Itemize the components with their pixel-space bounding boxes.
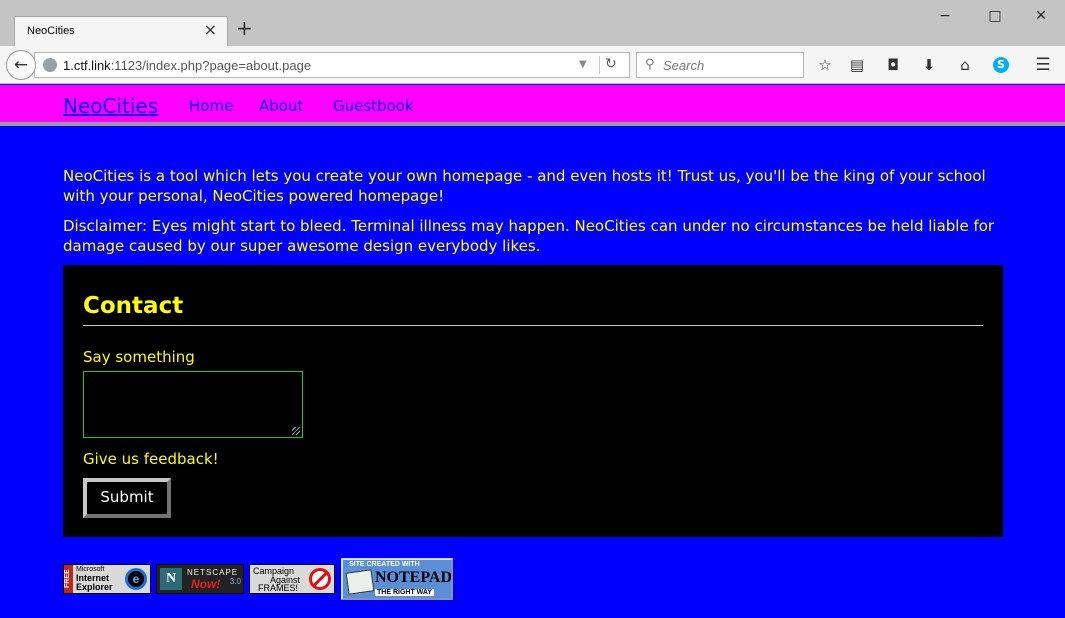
close-window-icon[interactable]: ✕ [1026,6,1056,26]
about-content: NeoCities is a tool which lets you creat… [63,166,1003,266]
url-text[interactable]: 1.ctf.link:1123/index.php?page=about.pag… [63,58,311,73]
browser-titlebar: NeoCities × + − □ ✕ [0,0,1065,46]
ie-line1: Microsoft [76,566,105,573]
frames-line3: FRAMES! [258,583,299,593]
nav-home-link[interactable]: Home [189,97,233,115]
notepad-line1: SITE CREATED WITH [349,561,420,568]
browser-tab[interactable]: NeoCities × [14,16,228,46]
ie-free-label: FREE [64,565,73,593]
netscape-line3: 3.0 [229,577,241,586]
ie-logo-icon: e [125,568,147,590]
back-button[interactable]: ← [6,50,36,80]
reload-icon[interactable]: ↻ [605,56,617,72]
tab-close-icon[interactable]: × [204,20,217,39]
nav-about-link[interactable]: About [259,97,303,115]
new-tab-icon[interactable]: + [236,18,253,38]
notepad-icon [345,569,375,595]
netscape-logo-icon: N [160,568,182,590]
no-frames-icon [309,568,331,590]
url-separator [599,56,600,74]
pocket-icon[interactable]: ◘ [883,55,903,75]
url-host: 1.ctf.link [63,58,111,73]
url-path: :1123/index.php?page=about.page [110,58,312,73]
message-textarea[interactable] [83,371,303,438]
say-something-label: Say something [83,348,195,366]
home-icon[interactable]: ⌂ [955,55,975,75]
contact-panel: Contact Say something Give us feedback! … [63,265,1003,537]
notepad-line3: THE RIGHT WAY [375,589,434,596]
browser-navbar: 1.ctf.link:1123/index.php?page=about.pag… [0,46,1065,84]
minimize-icon[interactable]: − [930,6,960,26]
contact-title: Contact [83,293,184,319]
notepad-badge[interactable]: SITE CREATED WITH NOTEPAD THE RIGHT WAY [341,558,453,600]
intro-paragraph: NeoCities is a tool which lets you creat… [63,167,986,205]
brand-link[interactable]: NeoCities [63,94,158,118]
netscape-badge[interactable]: N NETSCAPE Now! 3.0 [156,564,244,594]
ie-badge[interactable]: FREE Microsoft Internet Explorer e [63,564,151,594]
resize-grip-icon[interactable] [292,427,300,435]
download-icon[interactable]: ⬇ [919,55,939,75]
nav-guestbook-link[interactable]: Guestbook [333,97,414,115]
submit-button[interactable]: Submit [83,478,171,518]
search-input[interactable]: ⚲ Search [636,52,804,78]
skype-icon[interactable]: S [993,57,1009,73]
search-icon: ⚲ [645,57,655,72]
url-dropdown-icon[interactable]: ▼ [579,59,587,70]
star-icon[interactable]: ☆ [815,55,835,75]
globe-icon [43,58,57,72]
contact-divider [83,325,983,326]
netscape-line1: NETSCAPE [187,568,239,577]
notepad-line2: NOTEPAD [375,569,453,586]
search-placeholder: Search [663,58,705,73]
campaign-frames-badge[interactable]: Campaign Against FRAMES! [249,564,335,594]
disclaimer-paragraph: Disclaimer: Eyes might start to bleed. T… [63,217,995,255]
back-arrow-icon: ← [13,55,29,75]
menu-icon[interactable]: ☰ [1033,55,1053,75]
tab-title: NeoCities [27,25,75,37]
feedback-label: Give us feedback! [83,450,219,468]
reader-list-icon[interactable]: ▤ [847,55,867,75]
maximize-icon[interactable]: □ [980,6,1010,26]
netscape-line2: Now! [191,577,221,591]
site-header: NeoCities Home About Guestbook [0,85,1065,126]
url-bar[interactable]: 1.ctf.link:1123/index.php?page=about.pag… [34,52,630,78]
ie-line3: Explorer [76,582,113,592]
